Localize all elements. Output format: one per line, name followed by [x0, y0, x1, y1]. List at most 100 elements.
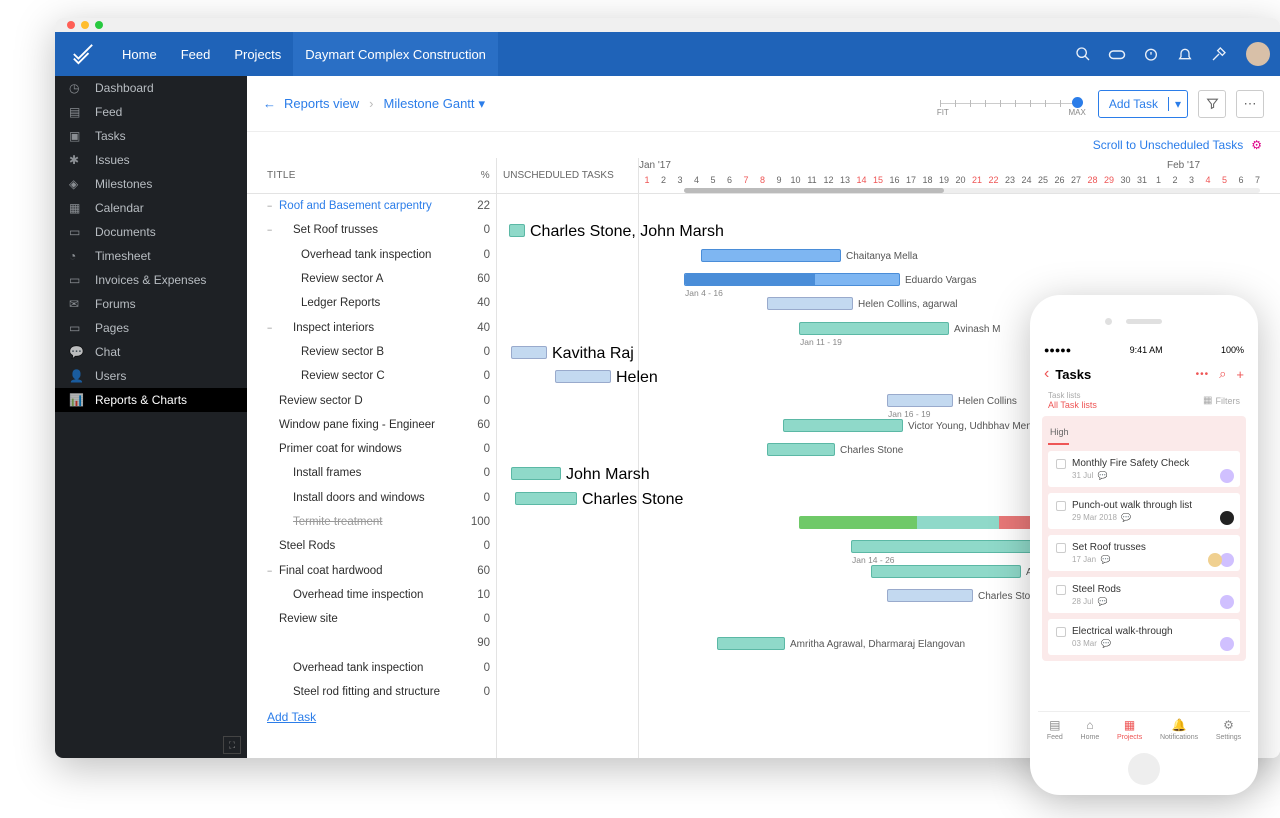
task-row[interactable]: Overhead time inspection10 [247, 583, 496, 607]
sidebar-item-milestones[interactable]: ◈Milestones [55, 172, 247, 196]
bell-icon[interactable] [1168, 37, 1202, 71]
sidebar-item-chat[interactable]: 💬Chat [55, 340, 247, 364]
gantt-bar[interactable]: Avinash MJan 11 - 19 [799, 322, 949, 335]
scrollbar-handle[interactable] [684, 188, 944, 193]
task-row[interactable]: −Roof and Basement carpentry22 [247, 194, 496, 218]
user-avatar[interactable] [1246, 42, 1270, 66]
phone-task-card[interactable]: Monthly Fire Safety Check31 Jul 💬 [1048, 451, 1240, 487]
add-task-split-icon[interactable]: ▾ [1168, 97, 1187, 111]
timer-icon[interactable] [1134, 37, 1168, 71]
task-row[interactable]: Steel Rods0 [247, 534, 496, 558]
toggle-icon[interactable]: − [267, 323, 279, 333]
sidebar-item-forums[interactable]: ✉Forums [55, 292, 247, 316]
settings-icon[interactable]: ⚙ [1251, 138, 1262, 152]
scroll-unscheduled-link[interactable]: Scroll to Unscheduled Tasks [1093, 138, 1244, 152]
phone-task-card[interactable]: Punch-out walk through list29 Mar 2018 💬 [1048, 493, 1240, 529]
toggle-icon[interactable]: − [267, 566, 279, 576]
task-row[interactable]: −Set Roof trusses0 [247, 218, 496, 242]
sidebar-item-feed[interactable]: ▤Feed [55, 100, 247, 124]
phone-filters[interactable]: ▦Filters [1203, 391, 1240, 410]
phone-tab-settings[interactable]: ⚙Settings [1216, 718, 1241, 741]
task-row[interactable]: Review sector D0 [247, 388, 496, 412]
phone-add-icon[interactable]: + [1236, 367, 1244, 382]
gantt-bar[interactable]: Victor Young, Udhbhav Menon [783, 419, 903, 432]
unscheduled-bar[interactable]: Kavitha Raj [511, 346, 547, 359]
phone-task-card[interactable]: Electrical walk-through03 Mar 💬 [1048, 619, 1240, 655]
gantt-bar[interactable]: Chaitanya Mella [701, 249, 841, 262]
gantt-bar[interactable]: Helen CollinsJan 16 - 19 [887, 394, 953, 407]
nav-projects[interactable]: Projects [222, 32, 293, 76]
nav-feed[interactable]: Feed [169, 32, 223, 76]
sidebar-item-users[interactable]: 👤Users [55, 364, 247, 388]
task-row[interactable]: Review sector A60 [247, 267, 496, 291]
sidebar-item-timesheet[interactable]: ◔Timesheet [55, 244, 247, 268]
gantt-bar[interactable]: Charles Stone [887, 589, 973, 602]
zoom-thumb[interactable] [1072, 97, 1083, 108]
unscheduled-bar[interactable]: Charles Stone [515, 492, 577, 505]
gamepad-icon[interactable] [1100, 37, 1134, 71]
filter-icon[interactable] [1198, 90, 1226, 118]
gantt-bar[interactable]: Eduardo VargasJan 4 - 16 [684, 273, 900, 286]
task-row[interactable]: Install frames0 [247, 461, 496, 485]
phone-home-button[interactable] [1128, 753, 1160, 785]
more-icon[interactable]: ⋯ [1236, 90, 1264, 118]
unscheduled-bar[interactable]: John Marsh [511, 467, 561, 480]
task-row[interactable]: Review site0 [247, 607, 496, 631]
checkbox[interactable] [1056, 543, 1066, 553]
nav-project-tab[interactable]: Daymart Complex Construction [293, 32, 498, 76]
task-row[interactable]: Ledger Reports40 [247, 291, 496, 315]
phone-tab-home[interactable]: ⌂Home [1081, 718, 1100, 741]
task-row[interactable]: Termite treatment100 [247, 510, 496, 534]
gantt-bar[interactable]: Eduardo Var [799, 516, 1034, 529]
phone-tab-feed[interactable]: ▤Feed [1047, 718, 1063, 741]
view-dropdown[interactable]: Milestone Gantt ▾ [383, 96, 485, 112]
checkbox[interactable] [1056, 585, 1066, 595]
task-row[interactable]: −Final coat hardwood60 [247, 558, 496, 582]
task-row[interactable]: −Inspect interiors40 [247, 315, 496, 339]
gantt-bar[interactable]: Amritha Agrawal, Dharmaraj Elangovan [717, 637, 785, 650]
task-row[interactable]: Overhead tank inspection0 [247, 656, 496, 680]
sidebar-item-invoices-expenses[interactable]: ▭Invoices & Expenses [55, 268, 247, 292]
phone-task-card[interactable]: Steel Rods28 Jul 💬 [1048, 577, 1240, 613]
phone-more-icon[interactable]: ••• [1196, 369, 1210, 380]
task-row[interactable]: Window pane fixing - Engineer60 [247, 413, 496, 437]
sidebar-item-dashboard[interactable]: ◷Dashboard [55, 76, 247, 100]
sidebar-expand-icon[interactable]: ⛶ [223, 736, 241, 754]
checkbox[interactable] [1056, 501, 1066, 511]
back-link[interactable]: ← Reports view [263, 96, 359, 111]
minimize-dot[interactable] [81, 21, 89, 29]
phone-back-icon[interactable]: ‹ [1044, 365, 1049, 383]
task-row[interactable]: Review sector B0 [247, 340, 496, 364]
sidebar-item-reports-charts[interactable]: 📊Reports & Charts [55, 388, 247, 412]
checkbox[interactable] [1056, 627, 1066, 637]
task-row[interactable]: Install doors and windows0 [247, 486, 496, 510]
close-dot[interactable] [67, 21, 75, 29]
tools-icon[interactable] [1202, 37, 1236, 71]
phone-search-icon[interactable]: ⌕ [1219, 366, 1226, 382]
sidebar-item-pages[interactable]: ▭Pages [55, 316, 247, 340]
nav-home[interactable]: Home [110, 32, 169, 76]
sidebar-item-tasks[interactable]: ▣Tasks [55, 124, 247, 148]
sidebar-item-issues[interactable]: ✱Issues [55, 148, 247, 172]
app-logo[interactable] [55, 43, 110, 65]
gantt-bar[interactable]: Helen Collins, agarwal [767, 297, 853, 310]
toggle-icon[interactable]: − [267, 225, 279, 235]
sidebar-item-calendar[interactable]: ▦Calendar [55, 196, 247, 220]
phone-task-card[interactable]: Set Roof trusses17 Jan 💬 [1048, 535, 1240, 571]
checkbox[interactable] [1056, 459, 1066, 469]
sidebar-item-documents[interactable]: ▭Documents [55, 220, 247, 244]
task-row[interactable]: Review sector C0 [247, 364, 496, 388]
maximize-dot[interactable] [95, 21, 103, 29]
task-row[interactable]: Primer coat for windows0 [247, 437, 496, 461]
search-icon[interactable] [1066, 37, 1100, 71]
unscheduled-bar[interactable]: Helen [555, 370, 611, 383]
toggle-icon[interactable]: − [267, 201, 279, 211]
phone-sub-value[interactable]: All Task lists [1048, 400, 1097, 410]
timeline-scrollbar[interactable] [684, 188, 1260, 193]
gantt-bar[interactable]: Amritha Agrawal, [871, 565, 1021, 578]
task-row[interactable]: Steel rod fitting and structure0 [247, 680, 496, 704]
unscheduled-bar[interactable]: Charles Stone, John Marsh [509, 224, 525, 237]
add-task-button[interactable]: Add Task ▾ [1098, 90, 1188, 118]
task-row[interactable]: 90 [247, 631, 496, 655]
phone-tab-notifications[interactable]: 🔔Notifications [1160, 718, 1198, 741]
